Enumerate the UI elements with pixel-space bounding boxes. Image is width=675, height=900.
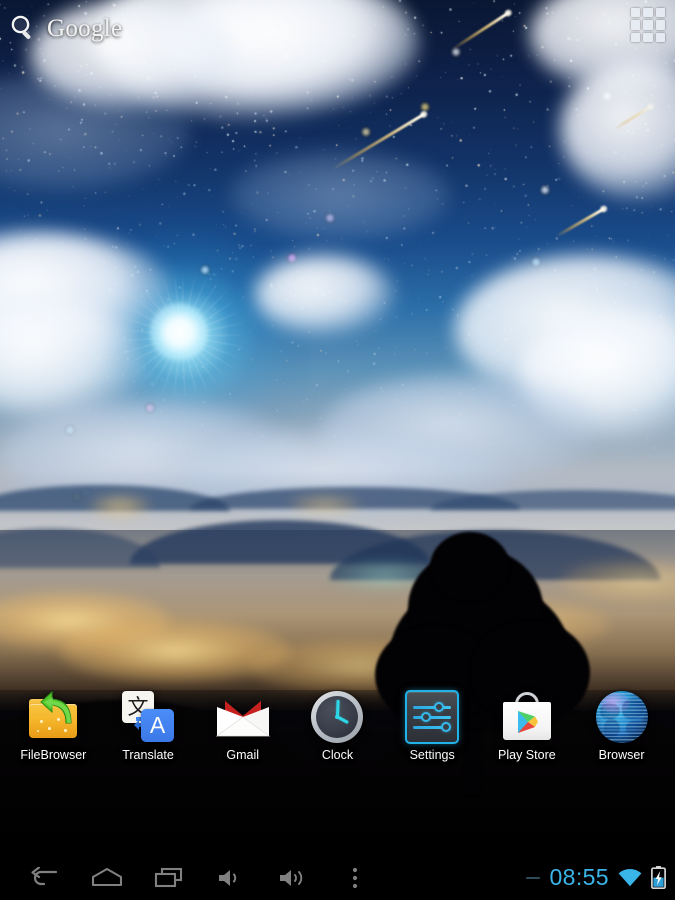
tree-canopy xyxy=(430,532,510,602)
grid-cell xyxy=(643,32,653,42)
app-browser[interactable]: Browser xyxy=(580,688,664,763)
app-label: FileBrowser xyxy=(20,748,87,762)
app-label: Translate xyxy=(122,748,174,762)
back-arrow-icon xyxy=(31,866,58,885)
grid-cell xyxy=(655,32,665,42)
nav-buttons xyxy=(0,855,386,900)
app-settings[interactable]: Settings xyxy=(390,688,474,763)
cloud xyxy=(255,255,395,335)
grid-cell xyxy=(631,8,641,18)
app-filebrowser[interactable]: FileBrowser xyxy=(11,688,95,763)
play-triangle-icon xyxy=(517,711,538,733)
grid-cell xyxy=(643,20,653,30)
city-light-glow xyxy=(90,495,150,517)
battery-charging-icon[interactable] xyxy=(651,866,666,889)
clock-icon xyxy=(308,688,366,746)
app-clock[interactable]: Clock xyxy=(295,688,379,763)
recent-apps-icon xyxy=(154,867,183,887)
gmail-icon xyxy=(214,688,272,746)
upload-arrow-icon xyxy=(40,690,72,724)
app-label: Clock xyxy=(321,748,354,762)
grid-cell xyxy=(655,8,665,18)
volume-up-icon xyxy=(280,869,303,886)
home-icon xyxy=(91,867,123,886)
volume-down-icon xyxy=(219,869,237,886)
status-area: 08:55 xyxy=(526,866,675,889)
grid-cell xyxy=(643,8,653,18)
android-home-screen: Google FileBrowser 文 A Translate Gmail C… xyxy=(0,0,675,900)
status-clock[interactable]: 08:55 xyxy=(549,866,609,889)
google-wordmark: Google xyxy=(47,14,123,42)
app-translate[interactable]: 文 A Translate xyxy=(106,688,190,763)
apps-grid-icon[interactable] xyxy=(631,8,665,42)
grid-cell xyxy=(631,20,641,30)
app-label: Play Store xyxy=(498,748,556,762)
play-store-icon xyxy=(498,688,556,746)
app-gmail[interactable]: Gmail xyxy=(201,688,285,763)
app-dock: FileBrowser 文 A Translate Gmail Clock Se… xyxy=(0,688,675,770)
overflow-menu-button[interactable] xyxy=(324,855,386,900)
app-play-store[interactable]: Play Store xyxy=(485,688,569,763)
city-light-glow xyxy=(290,495,360,515)
volume-down-button[interactable] xyxy=(200,855,262,900)
volume-up-button[interactable] xyxy=(262,855,324,900)
translate-target-glyph: A xyxy=(141,709,175,742)
app-label: Settings xyxy=(409,748,455,762)
search-magnifier-icon xyxy=(11,15,31,39)
google-search-widget[interactable]: Google xyxy=(8,8,188,48)
translate-icon: 文 A xyxy=(119,688,177,746)
settings-sliders-icon xyxy=(403,688,461,746)
app-label: Browser xyxy=(598,748,645,762)
file-browser-icon xyxy=(24,688,82,746)
system-navigation-bar: 08:55 xyxy=(0,855,675,900)
back-button[interactable] xyxy=(14,855,76,900)
wifi-icon[interactable] xyxy=(618,868,642,887)
browser-globe-icon xyxy=(593,688,651,746)
grid-cell xyxy=(655,20,665,30)
grid-cell xyxy=(631,32,641,42)
app-label: Gmail xyxy=(226,748,260,762)
status-separator xyxy=(526,876,541,879)
home-button[interactable] xyxy=(76,855,138,900)
recents-button[interactable] xyxy=(138,855,200,900)
overflow-menu-icon xyxy=(352,867,358,888)
